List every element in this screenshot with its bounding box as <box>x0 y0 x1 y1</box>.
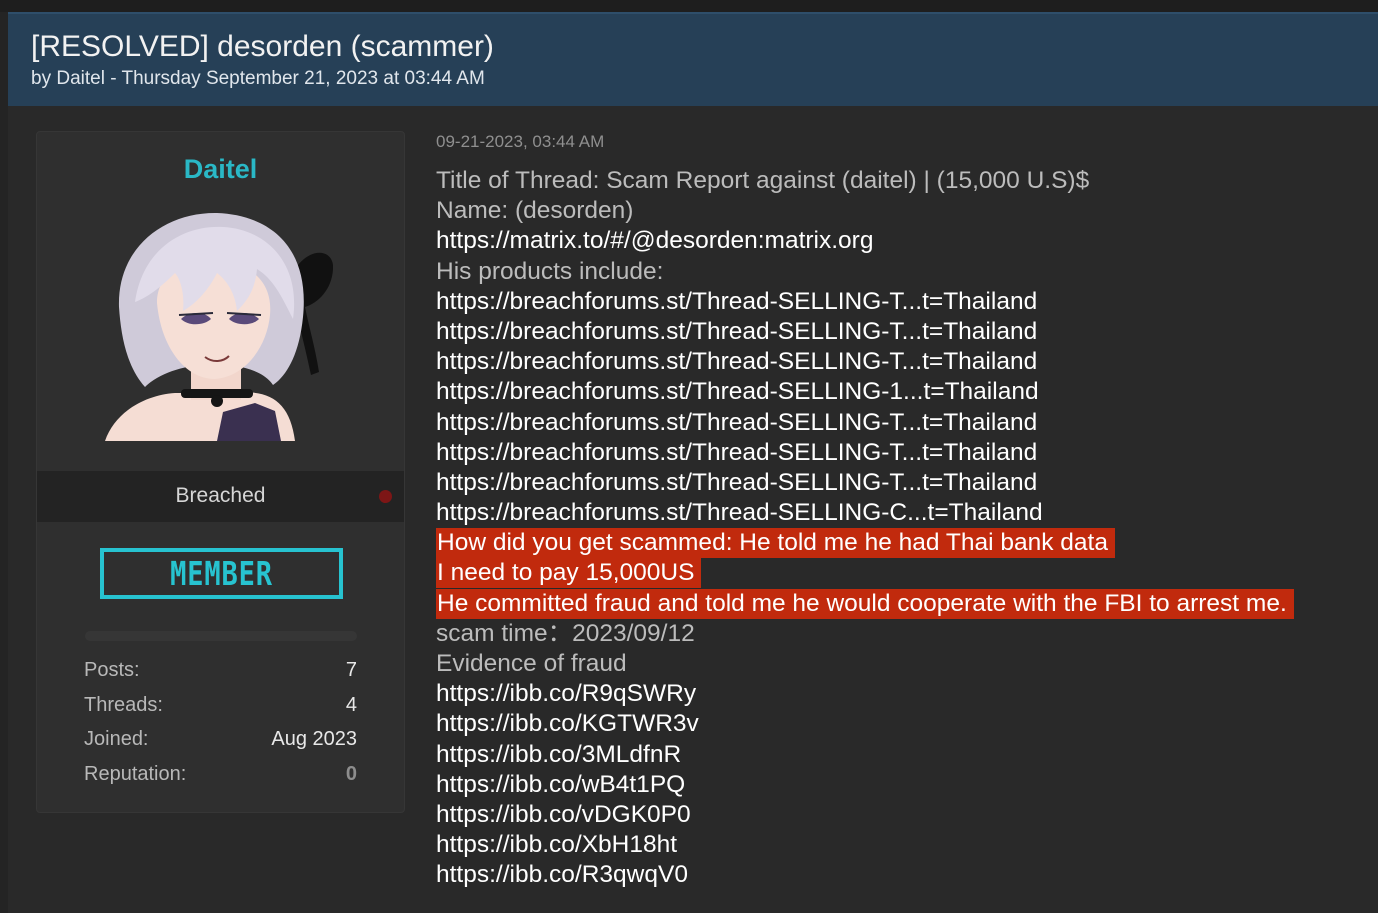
stat-reputation: Reputation: 0 <box>84 763 357 789</box>
highlighted-text: How did you get scammed: He told me he h… <box>436 528 1115 559</box>
post-link[interactable]: https://breachforums.st/Thread-SELLING-T… <box>436 288 1037 315</box>
post-link-line: https://breachforums.st/Thread-SELLING-T… <box>436 287 1366 317</box>
member-rank-badge: MEMBER <box>100 548 343 599</box>
post-link[interactable]: https://breachforums.st/Thread-SELLING-T… <box>436 439 1037 466</box>
post-link-line: https://ibb.co/wB4t1PQ <box>436 770 1366 800</box>
offline-status-icon <box>379 490 392 503</box>
post-link[interactable]: https://ibb.co/wB4t1PQ <box>436 771 685 798</box>
post-highlighted-line: I need to pay 15,000US <box>436 558 1366 589</box>
post-link-line: https://breachforums.st/Thread-SELLING-1… <box>436 377 1366 407</box>
post-highlighted-line: How did you get scammed: He told me he h… <box>436 528 1366 559</box>
stat-threads: Threads: 4 <box>84 694 357 720</box>
post-link[interactable]: https://breachforums.st/Thread-SELLING-T… <box>436 469 1037 496</box>
post-link-line: https://breachforums.st/Thread-SELLING-T… <box>436 438 1366 468</box>
post-link[interactable]: https://ibb.co/KGTWR3v <box>436 710 699 737</box>
post-link[interactable]: https://ibb.co/R3qwqV0 <box>436 861 688 888</box>
post-link-line: https://ibb.co/3MLdfnR <box>436 740 1366 770</box>
post-text-line: Evidence of fraud <box>436 650 627 677</box>
post-link[interactable]: https://breachforums.st/Thread-SELLING-1… <box>436 378 1039 405</box>
post-text-line: scam time：2023/09/12 <box>436 619 695 647</box>
stat-posts-label: Posts: <box>84 659 140 681</box>
member-badge-text: MEMBER <box>170 554 273 593</box>
thread-byline: by Daitel - Thursday September 21, 2023 … <box>31 68 485 89</box>
post-link-line: https://matrix.to/#/@desorden:matrix.org <box>436 226 1366 256</box>
post-link[interactable]: https://ibb.co/3MLdfnR <box>436 741 681 768</box>
highlighted-text: I need to pay 15,000US <box>436 558 702 589</box>
post-link[interactable]: https://breachforums.st/Thread-SELLING-T… <box>436 318 1037 345</box>
post-date: 09-21-2023, 03:44 AM <box>436 132 605 151</box>
post-link[interactable]: https://ibb.co/vDGK0P0 <box>436 801 691 828</box>
post-link-line: https://ibb.co/R9qSWRy <box>436 679 1366 709</box>
stat-joined-value: Aug 2023 <box>271 728 357 750</box>
post-link-line: https://ibb.co/XbH18ht <box>436 830 1366 860</box>
highlighted-text: He committed fraud and told me he would … <box>436 588 1294 619</box>
stat-reputation-label: Reputation: <box>84 763 187 785</box>
username-link[interactable]: Daitel <box>37 154 404 185</box>
post-link[interactable]: https://breachforums.st/Thread-SELLING-T… <box>436 409 1037 436</box>
top-strip <box>0 0 1378 12</box>
post-text-line: Name: (desorden) <box>436 197 634 225</box>
post-link[interactable]: https://breachforums.st/Thread-SELLING-C… <box>436 499 1043 526</box>
usergroup-label: Breached <box>175 484 266 507</box>
thread-header: [RESOLVED] desorden (scammer) by Daitel … <box>8 12 1378 106</box>
post-text-line: His products include: <box>436 257 664 285</box>
post-link-line: https://ibb.co/KGTWR3v <box>436 709 1366 739</box>
post-link-line: https://ibb.co/vDGK0P0 <box>436 800 1366 830</box>
thread-title: [RESOLVED] desorden (scammer) <box>31 30 494 63</box>
post-link-line: https://breachforums.st/Thread-SELLING-C… <box>436 498 1366 528</box>
usergroup-bar: Breached <box>37 471 404 522</box>
post-highlighted-line: He committed fraud and told me he would … <box>436 588 1366 619</box>
stat-threads-label: Threads: <box>84 694 163 716</box>
post-link-line: https://breachforums.st/Thread-SELLING-T… <box>436 408 1366 438</box>
stat-joined-label: Joined: <box>84 728 149 750</box>
post-text-line: Title of Thread: Scam Report against (da… <box>436 167 1090 194</box>
post-link[interactable]: https://ibb.co/XbH18ht <box>436 831 677 858</box>
post-link[interactable]: https://matrix.to/#/@desorden:matrix.org <box>436 227 873 254</box>
stat-threads-value[interactable]: 4 <box>346 694 357 717</box>
stat-posts: Posts: 7 <box>84 659 357 685</box>
post-body: Title of Thread: Scam Report against (da… <box>436 166 1366 891</box>
post-link-line: https://breachforums.st/Thread-SELLING-T… <box>436 347 1366 377</box>
post-link-line: https://breachforums.st/Thread-SELLING-T… <box>436 468 1366 498</box>
post-link-line: https://ibb.co/R3qwqV0 <box>436 860 1366 890</box>
user-avatar[interactable] <box>105 207 333 441</box>
stat-reputation-value[interactable]: 0 <box>346 763 357 786</box>
stats-divider <box>85 631 357 641</box>
stat-posts-value[interactable]: 7 <box>346 659 357 682</box>
stat-joined: Joined: Aug 2023 <box>84 728 357 754</box>
post-link[interactable]: https://breachforums.st/Thread-SELLING-T… <box>436 348 1037 375</box>
user-card: Daitel Breached MEMBER Posts: 7 Threads:… <box>36 131 405 813</box>
post-link-line: https://breachforums.st/Thread-SELLING-T… <box>436 317 1366 347</box>
post-link[interactable]: https://ibb.co/R9qSWRy <box>436 680 696 707</box>
